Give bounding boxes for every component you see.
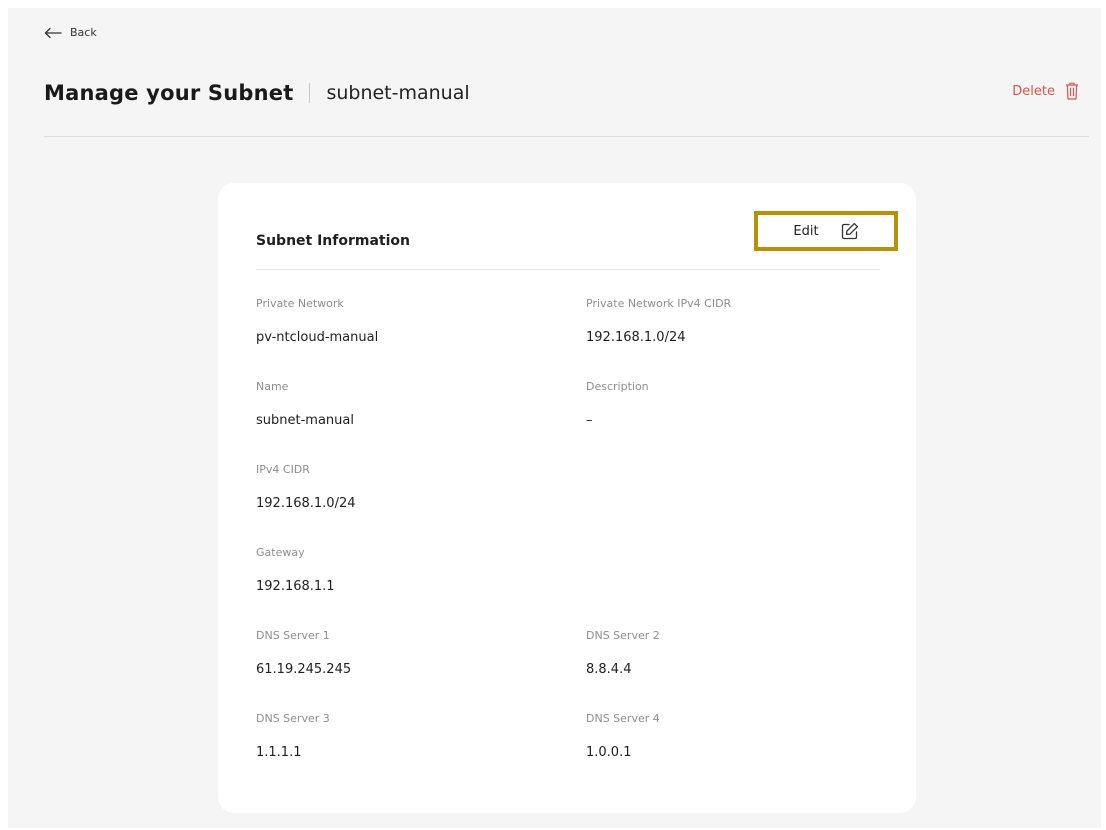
field-label: Description — [586, 380, 649, 393]
field-value: pv-ntcloud-manual — [256, 330, 379, 345]
trash-icon — [1066, 82, 1078, 100]
field-dns-server-3: DNS Server 3 1.1.1.1 — [256, 712, 330, 760]
field-value: 192.168.1.1 — [256, 579, 335, 594]
page-background: Back Manage your Subnet subnet-manual De… — [8, 8, 1101, 828]
pencil-square-icon — [841, 222, 858, 240]
field-label: Gateway — [256, 546, 305, 559]
back-label: Back — [70, 26, 97, 39]
field-label: IPv4 CIDR — [256, 463, 310, 476]
field-value: subnet-manual — [256, 413, 354, 428]
delete-label: Delete — [1012, 83, 1055, 99]
field-name: Name subnet-manual — [256, 380, 354, 428]
page-title: Manage your Subnet — [44, 81, 294, 105]
field-value: – — [586, 413, 593, 428]
field-value: 1.0.0.1 — [586, 745, 632, 760]
field-private-network-cidr: Private Network IPv4 CIDR 192.168.1.0/24 — [586, 297, 731, 345]
field-dns-server-1: DNS Server 1 61.19.245.245 — [256, 629, 351, 677]
field-label: Private Network IPv4 CIDR — [586, 297, 732, 310]
field-label: DNS Server 3 — [256, 712, 330, 725]
edit-label: Edit — [793, 223, 819, 239]
page-header: Manage your Subnet subnet-manual — [44, 78, 1089, 108]
resource-name: subnet-manual — [326, 82, 470, 104]
edit-button[interactable]: Edit — [754, 211, 898, 251]
field-private-network: Private Network pv-ntcloud-manual — [256, 297, 378, 345]
field-label: Private Network — [256, 297, 344, 310]
back-link[interactable]: Back — [44, 26, 97, 39]
field-label: DNS Server 2 — [586, 629, 660, 642]
card-header: Subnet Information Edit — [256, 211, 898, 270]
field-value: 61.19.245.245 — [256, 662, 352, 677]
field-label: DNS Server 1 — [256, 629, 330, 642]
arrow-left-icon — [44, 27, 62, 38]
field-gateway: Gateway 192.168.1.1 — [256, 546, 335, 594]
header-divider — [44, 136, 1089, 137]
field-value: 192.168.1.0/24 — [586, 330, 686, 345]
delete-button[interactable]: Delete — [1012, 82, 1079, 100]
field-dns-server-2: DNS Server 2 8.8.4.4 — [586, 629, 660, 677]
field-label: Name — [256, 380, 289, 393]
field-value: 192.168.1.0/24 — [256, 496, 356, 511]
field-label: DNS Server 4 — [586, 712, 660, 725]
card-title: Subnet Information — [256, 233, 410, 249]
field-value: 8.8.4.4 — [586, 662, 632, 677]
subnet-info-card: Subnet Information Edit Private Network … — [218, 183, 916, 813]
title-divider — [309, 83, 311, 103]
field-value: 1.1.1.1 — [256, 745, 302, 760]
field-dns-server-4: DNS Server 4 1.0.0.1 — [586, 712, 660, 760]
field-ipv4-cidr: IPv4 CIDR 192.168.1.0/24 — [256, 463, 356, 511]
field-description: Description – — [586, 380, 649, 428]
